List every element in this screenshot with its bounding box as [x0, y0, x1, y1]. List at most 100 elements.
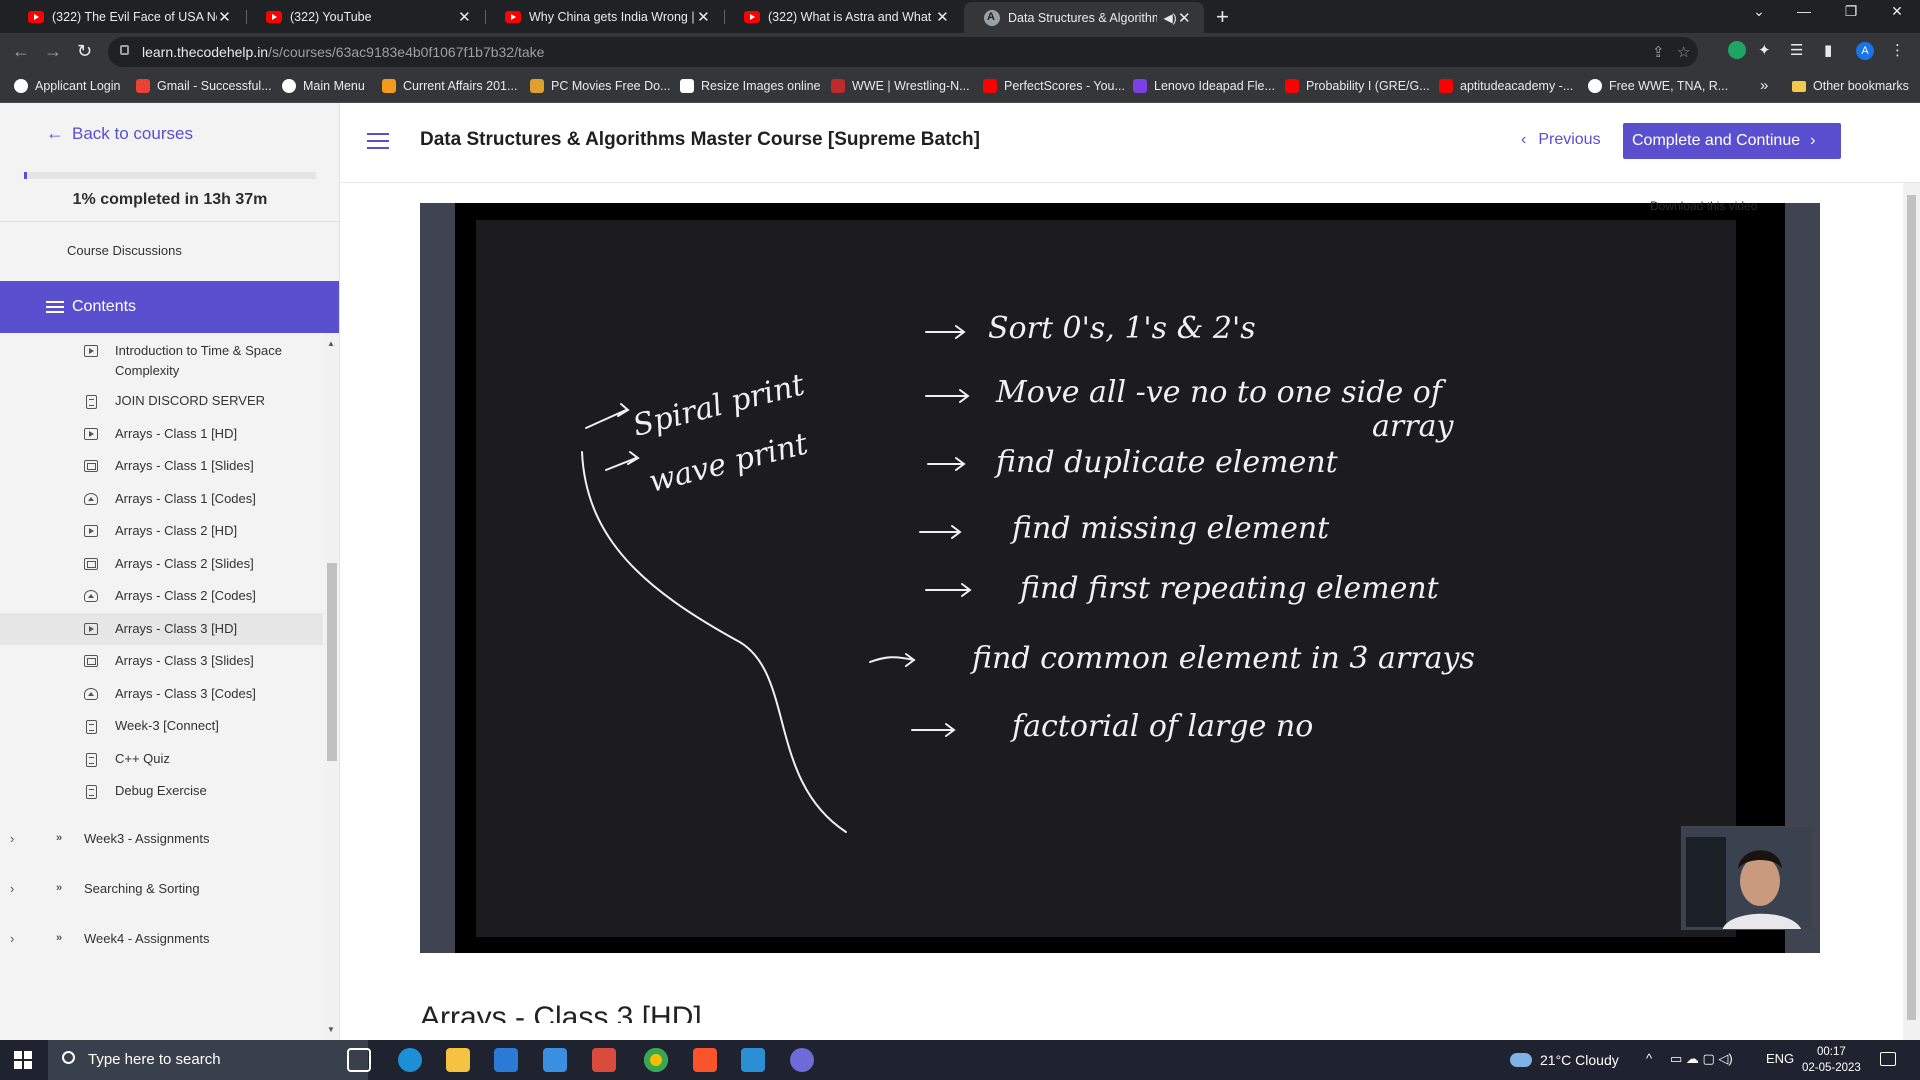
lesson-item[interactable]: Arrays - Class 1 [Codes] [0, 483, 323, 515]
bookmark-item[interactable]: Gmail - Successful... [136, 79, 272, 93]
lesson-item[interactable]: Arrays - Class 1 [HD] [0, 418, 323, 450]
file-explorer-icon[interactable] [446, 1048, 470, 1072]
browser-tab[interactable]: (322) What is Astra and What Ha ✕ [724, 0, 962, 33]
lesson-item[interactable]: JOIN DISCORD SERVER [0, 385, 323, 417]
close-window-button[interactable]: ✕ [1874, 3, 1920, 20]
browser-tab[interactable]: Why China gets India Wrong | HT ✕ [485, 0, 723, 33]
complete-label: Complete and Continue [1632, 132, 1801, 149]
weather-widget-icon[interactable] [260, 1048, 316, 1072]
close-icon[interactable]: ✕ [696, 8, 711, 26]
lesson-item[interactable]: Arrays - Class 3 [Codes] [0, 678, 323, 710]
lesson-item[interactable]: Introduction to Time & Space Complexity [0, 335, 323, 383]
sidebar-scrollbar[interactable]: ▲ ▼ [325, 333, 337, 1040]
gift-icon[interactable] [592, 1048, 616, 1072]
vscode-icon[interactable] [741, 1048, 765, 1072]
forward-icon[interactable]: → [44, 41, 62, 62]
edge-icon[interactable] [398, 1048, 422, 1072]
bookmark-item[interactable]: aptitudeacademy -... [1439, 79, 1573, 93]
previous-button[interactable]: ‹ Previous [1521, 131, 1601, 149]
section-item[interactable]: › » Week4 - Assignments [0, 926, 323, 950]
contents-header[interactable]: Contents [0, 281, 339, 333]
close-icon[interactable]: ✕ [1177, 9, 1192, 27]
browser-tab-active[interactable]: Data Structures & Algorithm ◀) ✕ [964, 2, 1204, 33]
bookmark-item[interactable]: Probability I (GRE/G... [1285, 79, 1430, 93]
scroll-up-icon[interactable]: ▲ [327, 339, 335, 348]
url-text[interactable]: learn.thecodehelp.in/s/courses/63ac9183e… [142, 44, 544, 60]
bookmark-item[interactable]: Resize Images online [680, 79, 821, 93]
bookmark-item[interactable]: WWE | Wrestling-N... [831, 79, 970, 93]
scrollbar-thumb[interactable] [1907, 195, 1916, 1020]
browser-tab[interactable]: (322) YouTube ✕ [246, 0, 484, 33]
lesson-item[interactable]: Arrays - Class 2 [Slides] [0, 548, 323, 580]
windows-start-icon[interactable] [14, 1051, 32, 1069]
profile-avatar[interactable]: A [1856, 42, 1874, 60]
microsoft-store-icon[interactable] [494, 1048, 518, 1072]
lesson-item[interactable]: Week-3 [Connect] [0, 710, 323, 742]
bookmark-item[interactable]: Current Affairs 201... [382, 79, 517, 93]
close-icon[interactable]: ✕ [457, 8, 472, 26]
lesson-item[interactable]: Arrays - Class 3 [HD] [0, 613, 323, 645]
chevron-right-icon[interactable]: › [10, 881, 14, 896]
lesson-item[interactable]: Arrays - Class 1 [Slides] [0, 450, 323, 482]
app-icon[interactable] [790, 1048, 814, 1072]
bookmark-item[interactable]: Applicant Login [14, 79, 120, 93]
download-video-button[interactable]: Download this video [1650, 199, 1830, 221]
bookmark-item[interactable]: Free WWE, TNA, R... [1588, 79, 1728, 93]
video-player[interactable]: Sort 0's, 1's & 2's Move all -ve no to o… [420, 199, 1820, 953]
chevron-right-icon[interactable]: › [10, 831, 14, 846]
lesson-item[interactable]: Arrays - Class 3 [Slides] [0, 645, 323, 677]
restore-button[interactable]: ❐ [1828, 3, 1874, 20]
lesson-item[interactable]: Debug Exercise [0, 775, 323, 807]
scroll-down-icon[interactable]: ▼ [327, 1025, 335, 1034]
task-view-icon[interactable] [347, 1048, 371, 1072]
tray-weather[interactable]: 21°C Cloudy [1510, 1052, 1619, 1068]
lesson-item[interactable]: Arrays - Class 2 [HD] [0, 515, 323, 547]
brave-icon[interactable] [693, 1048, 717, 1072]
bookmark-item[interactable]: Main Menu [282, 79, 365, 93]
browser-menu-icon[interactable]: ⋮ [1890, 41, 1905, 59]
other-bookmarks-folder[interactable]: Other bookmarks [1792, 79, 1909, 93]
hamburger-menu-icon[interactable] [367, 133, 389, 154]
media-controls-icon[interactable]: ☰ [1790, 41, 1803, 59]
complete-and-continue-button[interactable]: Complete and Continue › [1623, 123, 1841, 159]
lesson-item[interactable]: Arrays - Class 2 [Codes] [0, 580, 323, 612]
close-icon[interactable]: ✕ [217, 8, 232, 26]
extensions-icon[interactable]: ✦ [1758, 41, 1771, 59]
tab-search-icon[interactable]: ⌄ [1736, 3, 1782, 20]
scrollbar-thumb[interactable] [327, 563, 337, 761]
back-to-courses-link[interactable]: ← Back to courses [46, 123, 193, 144]
bookmark-item[interactable]: PC Movies Free Do... [530, 79, 670, 93]
language-indicator[interactable]: ENG [1766, 1051, 1794, 1066]
video-frame[interactable]: Sort 0's, 1's & 2's Move all -ve no to o… [455, 199, 1813, 953]
tray-icons[interactable]: ▭ ☁ ▢ ◁) [1670, 1051, 1733, 1067]
minimize-button[interactable]: — [1781, 3, 1827, 19]
lesson-title: Arrays - Class 2 [HD] [115, 523, 238, 538]
notification-icon[interactable] [1880, 1052, 1896, 1066]
address-bar[interactable]: learn.thecodehelp.in/s/courses/63ac9183e… [108, 37, 1698, 67]
section-item[interactable]: › » Searching & Sorting [0, 876, 323, 900]
chrome-icon[interactable] [644, 1048, 668, 1072]
taskbar-search[interactable]: Type here to search [48, 1040, 368, 1080]
course-discussions-link[interactable]: Course Discussions [67, 243, 182, 258]
star-icon[interactable]: ☆ [1677, 43, 1690, 61]
browser-tab[interactable]: (322) The Evil Face of USA No One ✕ [8, 0, 244, 33]
side-panel-icon[interactable]: ▮ [1824, 41, 1832, 59]
mail-icon[interactable] [543, 1048, 567, 1072]
chevron-right-icon[interactable]: › [10, 931, 14, 946]
chevron-up-icon[interactable]: ^ [1646, 1051, 1652, 1066]
lesson-item[interactable]: C++ Quiz [0, 743, 323, 775]
reload-icon[interactable]: ↻ [77, 41, 92, 62]
back-icon[interactable]: ← [12, 41, 30, 62]
bookmarks-overflow-button[interactable]: » [1760, 77, 1768, 94]
bookmark-item[interactable]: PerfectScores - You... [983, 79, 1125, 93]
new-tab-button[interactable]: + [1216, 4, 1229, 30]
grammarly-extension-icon[interactable] [1728, 41, 1746, 59]
bookmark-item[interactable]: Lenovo Ideapad Fle... [1133, 79, 1275, 93]
close-icon[interactable]: ✕ [935, 8, 950, 26]
speaker-icon[interactable]: ◀) [1163, 11, 1176, 25]
page-scrollbar[interactable] [1903, 183, 1920, 1040]
system-clock[interactable]: 00:17 02-05-2023 [1802, 1044, 1861, 1076]
share-icon[interactable]: ⇪ [1652, 43, 1665, 61]
section-item[interactable]: › » Week3 - Assignments [0, 826, 323, 850]
lesson-title: Week-3 [Connect] [115, 718, 219, 733]
